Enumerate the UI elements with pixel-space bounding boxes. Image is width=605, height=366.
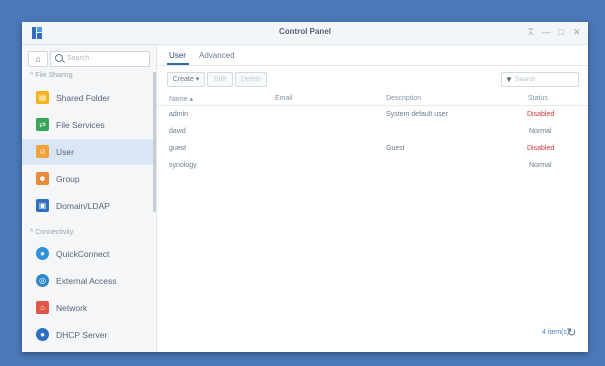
sidebar-search-input[interactable]: Search [50, 51, 150, 67]
network-icon: ⌂ [36, 301, 49, 314]
pin-icon[interactable]: ⩞ [528, 27, 533, 37]
column-header-status[interactable]: Status [528, 95, 548, 102]
sidebar-item-label: Shared Folder [56, 93, 110, 103]
cell-description: System default user [386, 111, 448, 118]
cell-status: Normal [529, 162, 552, 169]
close-icon[interactable]: ✕ [573, 27, 581, 37]
sidebar-item-dhcp-server[interactable]: ● DHCP Server [22, 322, 153, 348]
edit-button[interactable]: Edit [207, 72, 233, 87]
cell-description: Guest [386, 145, 405, 152]
filter-placeholder: Search [515, 76, 536, 83]
filter-search-input[interactable]: ▼ Search [501, 72, 579, 87]
chevron-down-icon: ▾ [195, 76, 200, 83]
sidebar-item-group[interactable]: ☻ Group [22, 166, 153, 192]
cell-status: Disabled [527, 145, 555, 152]
sidebar-item-label: External Access [56, 276, 117, 286]
sidebar-item-file-services[interactable]: ⇄ File Services [22, 112, 153, 138]
external-access-icon: ◎ [36, 274, 49, 287]
sidebar-item-domain-ldap[interactable]: ▣ Domain/LDAP [22, 193, 153, 219]
column-header-name[interactable]: Name ▴ [169, 95, 193, 103]
filter-icon: ▼ [505, 75, 513, 84]
sidebar-item-label: Domain/LDAP [56, 201, 110, 211]
create-button[interactable]: Create ▾ [167, 72, 205, 87]
control-panel-window: Control Panel ⩞ — □ ✕ ⌂ Search ^ File Sh… [22, 22, 588, 352]
sidebar-item-label: User [56, 147, 74, 157]
cell-status: Normal [529, 128, 552, 135]
main-panel: User Advanced Create ▾ Edit Delete ▼ Sea… [157, 45, 588, 352]
header-divider [157, 105, 588, 106]
search-placeholder: Search [67, 55, 90, 62]
group-icon: ☻ [36, 172, 49, 185]
item-count: 4 item(s) [542, 329, 570, 336]
minimize-icon[interactable]: — [542, 27, 551, 37]
quickconnect-icon: ● [36, 247, 49, 260]
sidebar-item-label: Group [56, 174, 80, 184]
maximize-icon[interactable]: □ [558, 27, 563, 37]
window-title: Control Panel [278, 27, 331, 36]
cell-name: admin [169, 111, 189, 118]
sidebar-item-external-access[interactable]: ◎ External Access [22, 268, 153, 294]
column-header-description[interactable]: Description [386, 95, 421, 102]
cell-status: Disabled [527, 111, 555, 118]
file-services-icon: ⇄ [36, 118, 49, 131]
sidebar-item-user[interactable]: ☺ User [22, 139, 153, 165]
active-tab-indicator [167, 63, 189, 65]
tab-advanced[interactable]: Advanced [199, 51, 235, 60]
sidebar-scrollbar[interactable] [153, 72, 156, 212]
cell-name: synology [169, 162, 197, 169]
title-bar: Control Panel ⩞ — □ ✕ [22, 22, 588, 45]
dhcp-server-icon: ● [36, 328, 49, 341]
search-icon [55, 54, 63, 62]
home-icon: ⌂ [35, 54, 41, 64]
sidebar-item-quickconnect[interactable]: ● QuickConnect [22, 241, 153, 267]
sidebar-item-label: Network [56, 303, 88, 313]
user-icon: ☺ [36, 145, 49, 158]
home-button[interactable]: ⌂ [28, 51, 48, 67]
tab-bar: User Advanced [157, 45, 588, 66]
domain-ldap-icon: ▣ [36, 199, 49, 212]
column-header-email[interactable]: Email [275, 95, 293, 102]
section-header-connectivity[interactable]: ^ Connectivity [30, 229, 73, 236]
section-header-file-sharing[interactable]: ^ File Sharing [30, 72, 73, 79]
shared-folder-icon: ▤ [36, 91, 49, 104]
sidebar-item-network[interactable]: ⌂ Network [22, 295, 153, 321]
sidebar: ⌂ Search ^ File Sharing ▤ Shared Folder … [22, 45, 157, 352]
cell-name: guest [169, 145, 187, 152]
sidebar-item-label: DHCP Server [56, 330, 108, 340]
delete-button[interactable]: Delete [235, 72, 267, 87]
cell-name: david [169, 128, 186, 135]
tab-user[interactable]: User [169, 51, 186, 60]
refresh-icon[interactable]: ↻ [567, 326, 576, 339]
sidebar-item-label: QuickConnect [56, 249, 110, 259]
sidebar-item-label: File Services [56, 120, 105, 130]
sidebar-item-shared-folder[interactable]: ▤ Shared Folder [22, 85, 153, 111]
